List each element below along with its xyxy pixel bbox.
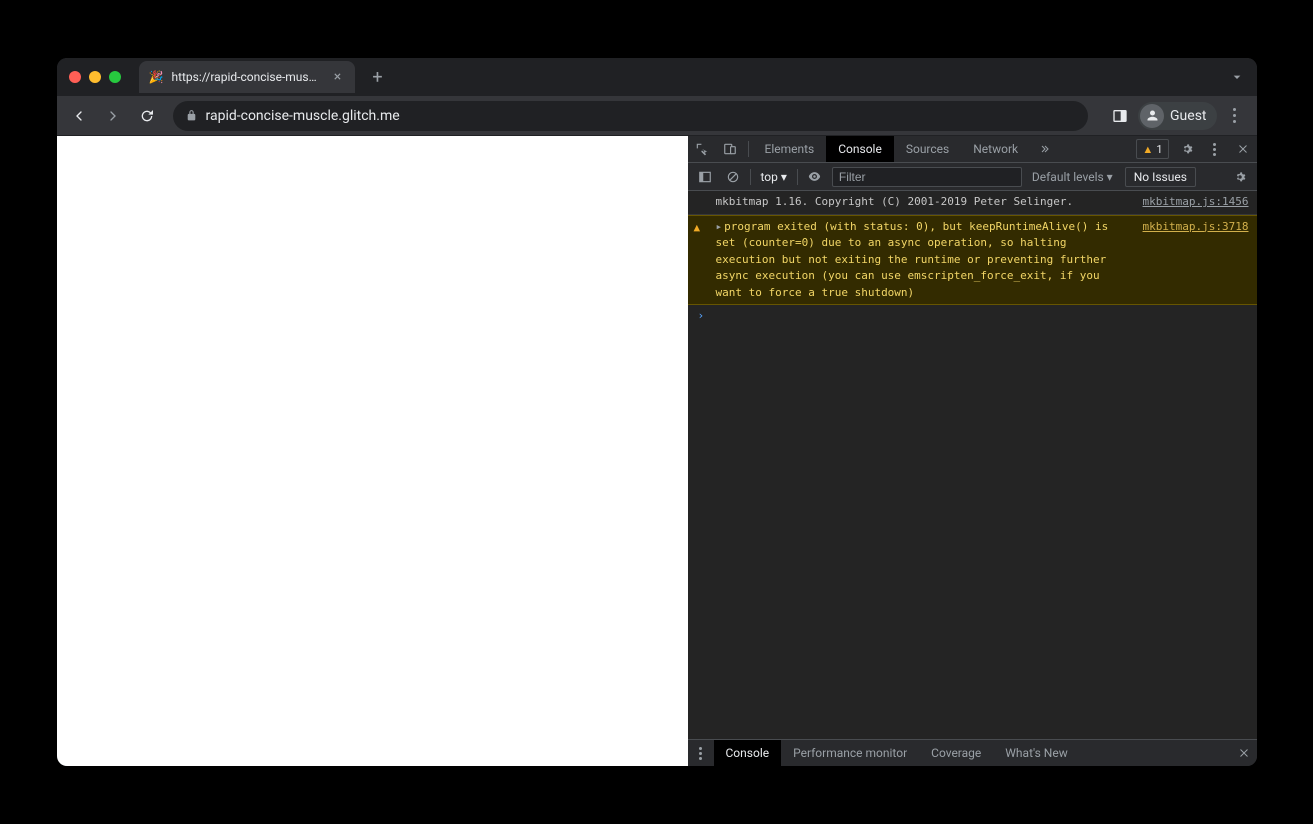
warning-icon: ▲ [694, 220, 701, 237]
warnings-badge[interactable]: ▲ 1 [1136, 139, 1168, 159]
back-button[interactable] [65, 102, 93, 130]
content-area: Elements Console Sources Network ▲ 1 [57, 136, 1257, 766]
devtools-settings-icon[interactable] [1173, 136, 1201, 162]
devtools-close-icon[interactable] [1229, 136, 1257, 162]
console-filter-input[interactable] [832, 167, 1022, 187]
lock-icon [185, 109, 198, 122]
tab-elements[interactable]: Elements [753, 136, 827, 162]
console-message: ▲ ▸program exited (with status: 0), but … [688, 215, 1257, 306]
browser-window: 🎉 https://rapid-concise-muscle.g × + rap… [57, 58, 1257, 766]
reload-button[interactable] [133, 102, 161, 130]
console-toolbar: top ▾ Default levels ▾ No Issues [688, 163, 1257, 191]
more-tabs-icon[interactable] [1030, 136, 1058, 162]
context-selector[interactable]: top ▾ [757, 168, 791, 186]
url-text: rapid-concise-muscle.glitch.me [206, 108, 400, 124]
devtools-tabstrip: Elements Console Sources Network ▲ 1 [688, 136, 1257, 163]
tab-console[interactable]: Console [826, 136, 894, 162]
drawer-tab-coverage[interactable]: Coverage [919, 740, 993, 766]
minimize-window-button[interactable] [89, 71, 101, 83]
drawer-close-icon[interactable] [1231, 740, 1257, 766]
log-levels-selector[interactable]: Default levels ▾ [1032, 170, 1113, 184]
devtools-drawer-tabs: Console Performance monitor Coverage Wha… [688, 739, 1257, 766]
window-controls [69, 71, 121, 83]
drawer-tab-console[interactable]: Console [714, 740, 782, 766]
address-bar[interactable]: rapid-concise-muscle.glitch.me [173, 101, 1089, 131]
device-toolbar-icon[interactable] [716, 136, 744, 162]
profile-chip[interactable]: Guest [1138, 102, 1216, 130]
devtools-menu-icon[interactable] [1201, 136, 1229, 162]
expand-caret-icon[interactable]: ▸ [716, 220, 723, 233]
message-text: mkbitmap 1.16. Copyright (C) 2001-2019 P… [716, 194, 1133, 211]
drawer-tab-whats-new[interactable]: What's New [993, 740, 1079, 766]
live-expression-icon[interactable] [804, 166, 826, 188]
page-viewport[interactable] [57, 136, 688, 766]
browser-tab[interactable]: 🎉 https://rapid-concise-muscle.g × [139, 61, 356, 93]
console-settings-icon[interactable] [1229, 166, 1251, 188]
warning-icon: ▲ [1142, 143, 1153, 156]
issues-badge[interactable]: No Issues [1125, 167, 1196, 187]
tab-close-button[interactable]: × [329, 69, 345, 85]
message-text: ▸program exited (with status: 0), but ke… [716, 219, 1133, 302]
tab-search-button[interactable] [1229, 69, 1245, 85]
console-message: mkbitmap 1.16. Copyright (C) 2001-2019 P… [688, 191, 1257, 215]
toggle-sidebar-icon[interactable] [694, 166, 716, 188]
forward-button[interactable] [99, 102, 127, 130]
tab-network[interactable]: Network [961, 136, 1030, 162]
console-output: mkbitmap 1.16. Copyright (C) 2001-2019 P… [688, 191, 1257, 739]
close-window-button[interactable] [69, 71, 81, 83]
drawer-menu-icon[interactable] [688, 740, 714, 766]
avatar-icon [1140, 104, 1164, 128]
clear-console-icon[interactable] [722, 166, 744, 188]
devtools-panel: Elements Console Sources Network ▲ 1 [688, 136, 1257, 766]
tab-sources[interactable]: Sources [894, 136, 961, 162]
console-prompt[interactable]: › [688, 305, 1257, 326]
inspect-element-icon[interactable] [688, 136, 716, 162]
tab-favicon: 🎉 [149, 70, 164, 84]
tab-strip: 🎉 https://rapid-concise-muscle.g × + [57, 58, 1257, 96]
message-source-link[interactable]: mkbitmap.js:1456 [1143, 194, 1249, 211]
tab-title: https://rapid-concise-muscle.g [171, 70, 321, 84]
warning-count: 1 [1156, 143, 1162, 156]
new-tab-button[interactable]: + [363, 63, 391, 91]
devtools-dock-icon[interactable] [1106, 102, 1134, 130]
toolbar-right: Guest [1106, 102, 1248, 130]
drawer-tab-performance-monitor[interactable]: Performance monitor [781, 740, 919, 766]
profile-label: Guest [1170, 108, 1206, 124]
message-source-link[interactable]: mkbitmap.js:3718 [1143, 219, 1249, 236]
browser-menu-button[interactable] [1221, 102, 1249, 130]
maximize-window-button[interactable] [109, 71, 121, 83]
toolbar: rapid-concise-muscle.glitch.me Guest [57, 96, 1257, 136]
